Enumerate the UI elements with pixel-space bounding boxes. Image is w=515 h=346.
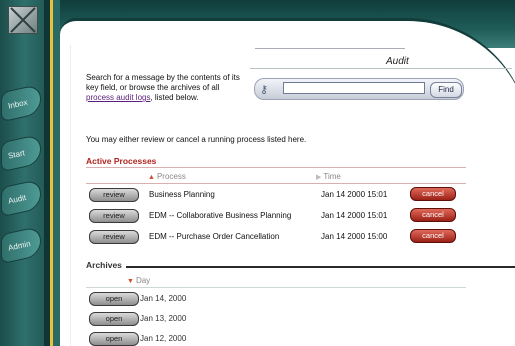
content-guide-line (70, 45, 71, 346)
process-time: Jan 14 2000 15:01 (321, 190, 388, 199)
review-button[interactable]: review (89, 230, 139, 244)
process-time: Jan 14 2000 15:01 (321, 211, 388, 220)
open-button[interactable]: open (89, 332, 139, 346)
nav-audit-label: Audit (7, 192, 27, 206)
archive-day: Jan 14, 2000 (140, 294, 187, 303)
time-column-label: Time (323, 172, 341, 181)
process-name: EDM -- Collaborative Business Planning (149, 211, 292, 220)
sidebar (0, 0, 50, 346)
search-intro-text: Search for a message by the contents of … (86, 73, 240, 92)
process-column-label: Process (156, 172, 186, 181)
close-x-logo-icon[interactable] (8, 6, 38, 34)
page-title: Audit (386, 56, 409, 67)
archives-title: Archives (86, 260, 122, 270)
title-underline (250, 68, 512, 69)
cancel-button[interactable]: cancel (410, 208, 456, 222)
active-header-divider (86, 183, 466, 184)
process-name: EDM -- Purchase Order Cancellation (149, 232, 280, 241)
nav-inbox-label: Inbox (7, 97, 29, 111)
archives-divider (126, 266, 515, 268)
find-button[interactable]: Find (430, 82, 462, 98)
active-processes-title: Active Processes (86, 156, 157, 166)
search-bar: ⚷ Find (254, 78, 464, 100)
cancel-button[interactable]: cancel (410, 187, 456, 201)
time-column-header[interactable]: ▶ Time (316, 172, 341, 181)
notice-text: You may either review or cancel a runnin… (86, 135, 307, 144)
search-intro-suffix: , listed below. (150, 93, 199, 102)
day-column-header[interactable]: ▼ Day (127, 276, 150, 285)
key-icon: ⚷ (260, 84, 269, 96)
archives-header-divider (86, 287, 466, 288)
nav-start-label: Start (7, 147, 26, 161)
day-column-label: Day (135, 276, 151, 285)
search-input[interactable] (283, 82, 425, 94)
nav-admin-label: Admin (7, 238, 32, 253)
cancel-button[interactable]: cancel (410, 229, 456, 243)
sort-right-icon: ▶ (316, 174, 322, 181)
process-column-header[interactable]: ▲ Process (148, 172, 186, 181)
sidebar-edge (53, 0, 60, 346)
audit-logs-link[interactable]: process audit logs (86, 93, 150, 102)
sort-desc-icon: ▼ (127, 278, 134, 285)
process-name: Business Planning (149, 190, 215, 199)
title-rule (255, 48, 405, 49)
sort-asc-icon: ▲ (148, 174, 155, 181)
open-button[interactable]: open (89, 312, 139, 326)
open-button[interactable]: open (89, 292, 139, 306)
archive-day: Jan 12, 2000 (140, 334, 187, 343)
active-divider (86, 167, 466, 168)
process-time: Jan 14 2000 15:00 (321, 232, 388, 241)
search-intro: Search for a message by the contents of … (86, 73, 246, 103)
archive-day: Jan 13, 2000 (140, 314, 187, 323)
review-button[interactable]: review (89, 188, 139, 202)
review-button[interactable]: review (89, 209, 139, 223)
